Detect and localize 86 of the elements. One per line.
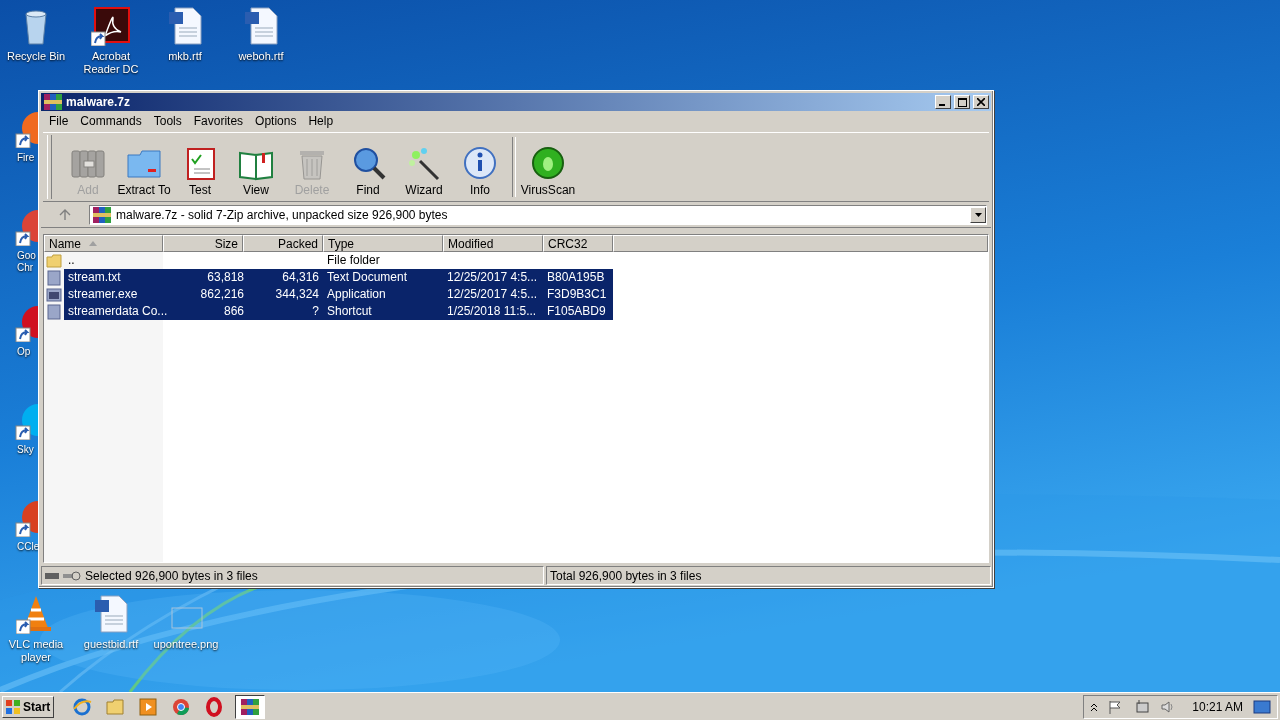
caret-icon [974,213,982,217]
file-row[interactable]: stream.txt 63,818 64,316 Text Document 12/25/2017 4:5... B80A195B [64,269,613,286]
menu-item[interactable]: Commands [74,114,148,128]
windows-logo-icon [5,698,21,715]
toolbar-button[interactable]: Extract To [116,135,172,199]
table-cell-text: B80A195B [546,269,606,286]
minimize-button[interactable] [935,95,951,109]
table-cell-text: Text Document [326,269,409,286]
icon-label[interactable]: mkb.rtf [168,50,202,63]
toolbar-button[interactable]: Info [452,135,508,199]
menu-item[interactable]: Tools [147,114,188,128]
column-header[interactable]: Size [163,235,243,252]
icon-label: Op [17,346,31,358]
icon-label: Sky [17,444,34,456]
drive-icon [45,570,81,581]
table-cell-text: 344,324 [274,286,320,303]
table-cell-text: streamer.exe [67,286,139,303]
sort-arrow-icon [89,241,97,246]
icon-label: CCle [17,541,40,553]
taskbar-app-button[interactable] [235,694,265,719]
toolbar-button[interactable]: VirusScan [520,135,576,199]
up-arrow-icon [59,209,71,221]
toolbar-button[interactable]: Test [172,135,228,199]
archive-app-icon [43,93,63,111]
maximize-button[interactable] [954,95,970,109]
program-icon [46,287,62,302]
table-cell-text: .. [67,252,76,269]
table-cell-text: stream.txt [67,269,122,286]
table-cell-text: F105ABD9 [546,303,607,320]
menu-item[interactable]: Help [302,114,340,128]
table-cell-text: F3D9B3C1 [546,286,608,303]
maximize-icon [957,97,967,107]
table-cell-text: 862,216 [199,286,245,303]
icon-label: Fire [17,152,35,164]
toolbar-button[interactable]: View [228,135,284,199]
table-cell-text: 1/25/2018 11:5... [446,303,538,320]
info-icon [462,145,498,181]
desktop-icon [1253,699,1271,714]
browser-icon [204,696,224,717]
window-title: malware.7z [66,95,132,109]
column-header[interactable]: Modified [443,235,543,252]
start-button[interactable]: Start [2,695,54,718]
toolbar-button[interactable]: Wizard [396,135,452,199]
table-cell-text: ? [311,303,320,320]
table-cell-text: File folder [326,252,381,269]
folder-icon [105,696,125,717]
chevron-up-icon [1090,701,1099,712]
status-text: Selected 926,900 bytes in 3 files [85,568,258,583]
icon-label[interactable]: weboh.rtf [238,50,284,63]
icon-label: Goo Chr [17,250,37,274]
magic-wand-icon [406,145,442,181]
column-header[interactable]: CRC32 [543,235,613,252]
browser-icon [171,696,191,717]
clock: 10:21 AM [1192,699,1243,714]
icon-label[interactable]: Acrobat Reader DC [73,50,149,76]
browser-icon [72,696,92,717]
archive-app-icon [240,697,260,716]
table-cell-text: 12/25/2017 4:5... [446,286,539,303]
column-header[interactable]: Name [44,235,163,252]
column-header[interactable]: Type [323,235,443,252]
table-cell-text: Shortcut [326,303,373,320]
archive-app-icon [92,206,112,224]
file-row[interactable]: .. File folder [64,252,613,269]
address-field[interactable]: malware.7z - solid 7-Zip archive, unpacked size 926,900 bytes [89,205,987,225]
column-header[interactable]: Packed [243,235,323,252]
menu-item[interactable]: File [43,114,75,128]
file-icon [47,269,61,286]
table-cell-text: streamerdata Co... [67,303,169,320]
close-button[interactable] [973,95,989,109]
menu-item[interactable]: Options [249,114,303,128]
close-icon [977,98,985,106]
menu-item[interactable]: Favorites [187,114,250,128]
table-cell-text: Application [326,286,387,303]
icon-label[interactable]: Recycle Bin [6,50,66,63]
file-row[interactable]: streamerdata Co... 866 ? Shortcut 1/25/2018 11:5... F105ABD9 [64,303,613,320]
network-icon [1134,699,1151,714]
status-text: Total 926,900 bytes in 3 files [550,568,702,583]
dropdown-button[interactable] [970,207,986,223]
table-cell-text: 63,818 [206,269,245,286]
table-cell-text: 64,316 [281,269,320,286]
play-icon [138,696,158,717]
table-cell-text: 12/25/2017 4:5... [446,269,539,286]
file-row[interactable]: streamer.exe 862,216 344,324 Application 12/25/2017 4:5... F3D9B3C1 [64,286,613,303]
table-cell-text: 866 [222,303,245,320]
toolbar-button[interactable]: Find [340,135,396,199]
shortcut-file-icon [47,303,61,320]
